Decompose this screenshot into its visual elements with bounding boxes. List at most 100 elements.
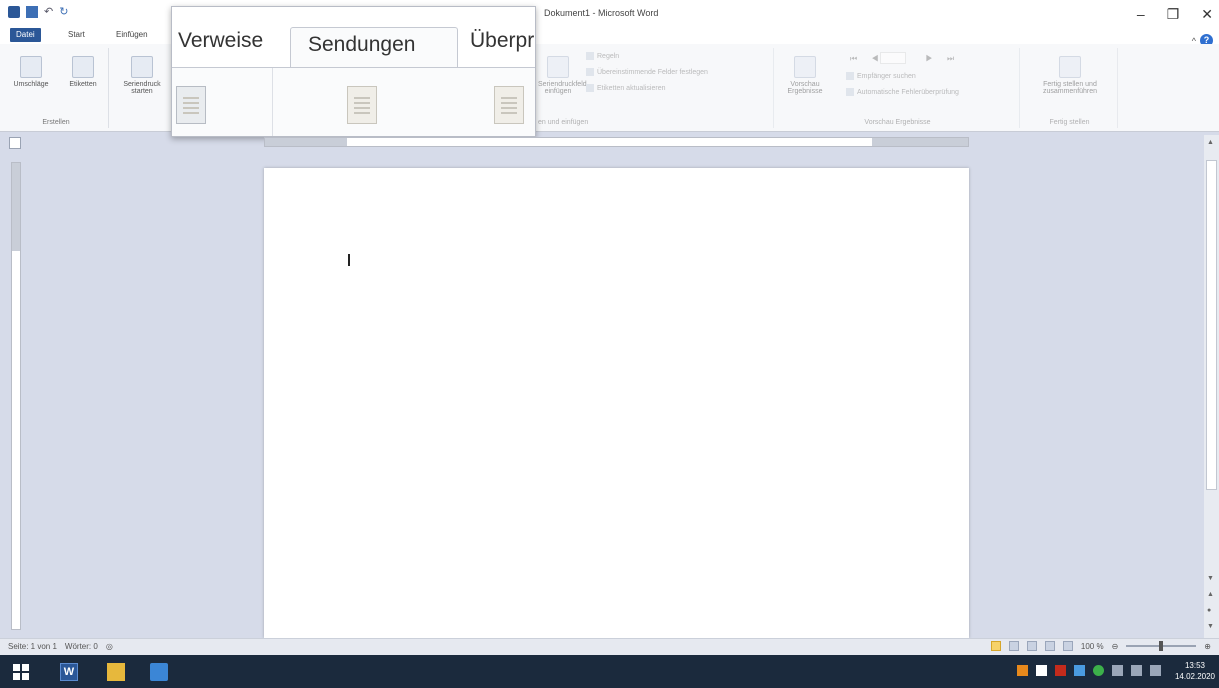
rules-label: Regeln bbox=[597, 52, 620, 60]
tray-app-icon[interactable] bbox=[1055, 665, 1066, 676]
auto-check-icon bbox=[846, 88, 854, 96]
vertical-scrollbar[interactable]: ▲ ▼ ▲ ● ▼ bbox=[1204, 135, 1219, 638]
restore-button[interactable]: ❐ bbox=[1167, 6, 1180, 23]
ruler-margin-right bbox=[872, 138, 968, 146]
auto-check-errors-button[interactable]: Automatische Fehlerüberprüfung bbox=[846, 88, 959, 96]
insert-merge-field-button[interactable]: Seriendruckfeld einfügen bbox=[538, 56, 587, 95]
ruler-margin-left bbox=[265, 138, 347, 146]
preview-results-button[interactable]: Vorschau Ergebnisse bbox=[782, 56, 828, 95]
scroll-up-icon[interactable]: ▲ bbox=[1207, 139, 1214, 146]
finish-merge-icon bbox=[1059, 56, 1081, 78]
zoom-slider[interactable] bbox=[1126, 641, 1197, 651]
group-preview-label: Vorschau Ergebnisse bbox=[864, 119, 931, 126]
word-taskbar-icon[interactable]: W bbox=[60, 663, 78, 681]
browse-object-icon[interactable]: ● bbox=[1207, 607, 1211, 614]
start-mail-merge-button[interactable]: Seriendruck starten bbox=[114, 56, 170, 95]
horizontal-ruler[interactable] bbox=[264, 137, 969, 147]
labels-button[interactable]: Etiketten bbox=[60, 56, 106, 88]
previous-page-icon[interactable]: ▲ bbox=[1207, 591, 1214, 598]
outline-view-icon[interactable] bbox=[1044, 641, 1055, 651]
preview-icon bbox=[794, 56, 816, 78]
text-cursor bbox=[348, 254, 350, 266]
next-page-icon[interactable]: ▼ bbox=[1207, 623, 1214, 630]
auto-check-label: Automatische Fehlerüberprüfung bbox=[857, 88, 959, 96]
merge-document-icon bbox=[494, 86, 524, 124]
zoom-out-icon[interactable]: ⊖ bbox=[1112, 642, 1119, 651]
tray-app-icon[interactable] bbox=[1017, 665, 1028, 676]
tab-insert[interactable]: Einfügen bbox=[110, 28, 154, 42]
network-icon[interactable] bbox=[1112, 665, 1123, 676]
word-app-icon[interactable] bbox=[8, 6, 20, 18]
draft-view-icon[interactable] bbox=[1062, 641, 1073, 651]
status-right: 100 % ⊖ ⊕ bbox=[990, 641, 1211, 651]
document-page[interactable] bbox=[264, 168, 969, 638]
group-finish-label: Fertig stellen bbox=[1049, 119, 1090, 126]
tab-start[interactable]: Start bbox=[62, 28, 91, 42]
find-recipient-button[interactable]: Empfänger suchen bbox=[846, 72, 916, 80]
tray-app-icon[interactable] bbox=[1074, 665, 1085, 676]
envelope-icon bbox=[20, 56, 42, 78]
magnified-tab-row: Verweise Sendungen Überpr bbox=[172, 7, 535, 68]
document-icon bbox=[347, 86, 377, 124]
redo-icon[interactable]: ↻ bbox=[59, 6, 68, 18]
scroll-down-icon[interactable]: ▼ bbox=[1207, 575, 1214, 582]
envelopes-label: Umschläge bbox=[13, 81, 49, 88]
scroll-thumb[interactable] bbox=[1206, 160, 1217, 490]
tray-app-icon[interactable] bbox=[1036, 665, 1047, 676]
rules-button[interactable]: Regeln bbox=[586, 52, 619, 60]
file-explorer-icon[interactable] bbox=[107, 663, 125, 681]
minimize-button[interactable]: – bbox=[1137, 6, 1145, 23]
record-number-field[interactable] bbox=[880, 52, 906, 64]
finish-merge-label: Fertig stellen und zusammenführen bbox=[1042, 81, 1098, 95]
vertical-ruler[interactable] bbox=[11, 162, 21, 630]
quick-access-toolbar: ↶ ↻ bbox=[8, 6, 68, 18]
envelopes-button[interactable]: Umschläge bbox=[8, 56, 54, 88]
window-controls: – ❐ ✕ bbox=[1137, 6, 1213, 23]
system-tray bbox=[1017, 665, 1161, 676]
tray-app-icon[interactable] bbox=[1093, 665, 1104, 676]
tab-file[interactable]: Datei bbox=[10, 28, 41, 42]
proofing-icon[interactable]: ◎ bbox=[106, 642, 113, 651]
taskbar-clock[interactable]: 13:53 14.02.2020 bbox=[1175, 660, 1215, 682]
word-count[interactable]: Wörter: 0 bbox=[65, 642, 98, 651]
find-recipient-label: Empfänger suchen bbox=[857, 72, 916, 80]
merge-field-icon bbox=[547, 56, 569, 78]
zoom-slider-knob[interactable] bbox=[1159, 641, 1164, 651]
group-preview: Vorschau Ergebnisse ⏮ ◀ ▶ ⏭ Empfänger su… bbox=[776, 48, 1020, 128]
clock-time: 13:53 bbox=[1184, 661, 1205, 670]
labels-label: Etiketten bbox=[69, 81, 97, 88]
finish-merge-button[interactable]: Fertig stellen und zusammenführen bbox=[1026, 56, 1114, 95]
group-create: Umschläge Etiketten Erstellen bbox=[4, 48, 109, 128]
rules-icon bbox=[586, 52, 594, 60]
labels-icon bbox=[72, 56, 94, 78]
print-layout-view-icon[interactable] bbox=[990, 641, 1001, 651]
preview-results-label: Vorschau Ergebnisse bbox=[787, 81, 823, 95]
zoom-level[interactable]: 100 % bbox=[1081, 642, 1104, 651]
update-labels-button[interactable]: Etiketten aktualisieren bbox=[586, 84, 665, 92]
find-recipient-icon bbox=[846, 72, 854, 80]
notification-icon[interactable] bbox=[1131, 665, 1142, 676]
zoom-in-icon[interactable]: ⊕ bbox=[1204, 642, 1211, 651]
insert-merge-field-label: Seriendruckfeld einfügen bbox=[538, 81, 587, 95]
match-fields-button[interactable]: Übereinstimmende Felder festlegen bbox=[586, 68, 708, 76]
volume-icon[interactable] bbox=[1150, 665, 1161, 676]
taskbar: W 13:53 14.02.2020 bbox=[0, 655, 1219, 688]
mail-merge-icon bbox=[131, 56, 153, 78]
status-left: Seite: 1 von 1 Wörter: 0 ◎ bbox=[8, 642, 113, 651]
tab-review[interactable]: Überpr bbox=[470, 29, 534, 53]
fullscreen-view-icon[interactable] bbox=[1008, 641, 1019, 651]
page-count[interactable]: Seite: 1 von 1 bbox=[8, 642, 57, 651]
start-mail-merge-label: Seriendruck starten bbox=[123, 81, 161, 95]
windows-start-icon[interactable] bbox=[12, 663, 30, 681]
web-layout-view-icon[interactable] bbox=[1026, 641, 1037, 651]
ruler-toggle-button[interactable] bbox=[9, 137, 21, 149]
undo-icon[interactable]: ↶ bbox=[44, 6, 53, 18]
app-taskbar-icon[interactable] bbox=[150, 663, 168, 681]
save-icon[interactable] bbox=[26, 6, 38, 18]
update-labels-icon bbox=[586, 84, 594, 92]
close-button[interactable]: ✕ bbox=[1201, 6, 1213, 23]
magnifier-overlay: Verweise Sendungen Überpr bbox=[171, 6, 536, 137]
window-title: Dokument1 - Microsoft Word bbox=[544, 8, 659, 18]
tab-references[interactable]: Verweise bbox=[178, 29, 263, 53]
tab-mailings[interactable]: Sendungen bbox=[290, 27, 458, 68]
